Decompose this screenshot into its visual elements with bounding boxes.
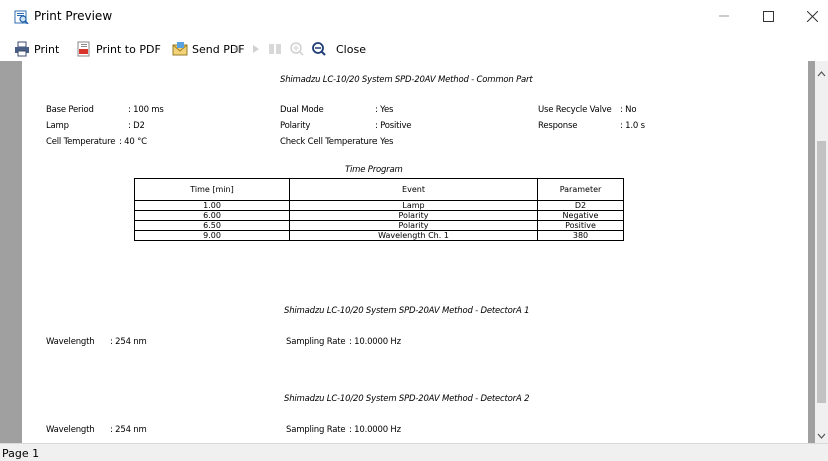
printer-icon: [15, 41, 29, 57]
preview-area: Shimadzu LC-10/20 System SPD-20AV Method…: [0, 61, 828, 443]
print-to-pdf-button[interactable]: Print to PDF: [76, 38, 161, 60]
title-bar: Print Preview: [0, 0, 828, 32]
next-page-button[interactable]: [252, 38, 260, 60]
table-cell: Positive: [537, 220, 624, 231]
report-page: Shimadzu LC-10/20 System SPD-20AV Method…: [22, 61, 808, 443]
scroll-thumb[interactable]: [817, 141, 826, 403]
previous-page-button[interactable]: [232, 38, 240, 60]
base-period-value: : 100 ms: [128, 105, 164, 115]
a2-sampling-rate-label: Sampling Rate: [286, 425, 346, 435]
a1-sampling-rate-value: : 10.0000 Hz: [349, 337, 401, 347]
table-cell: Lamp: [289, 200, 538, 211]
table-cell: Wavelength Ch. 1: [289, 230, 538, 241]
column-header: Parameter: [537, 178, 624, 201]
vertical-scrollbar[interactable]: [815, 61, 828, 443]
zoom-out-icon: [312, 42, 326, 56]
cell-temp-label: Cell Temperature: [46, 137, 116, 147]
check-cell-value: : Yes: [375, 137, 394, 147]
time-program-table: Time [min] Event Parameter 1.00 Lamp D2 …: [134, 178, 624, 241]
scroll-down-arrow-icon[interactable]: [815, 427, 828, 439]
print-label: Print: [34, 42, 60, 56]
arrow-left-icon: [233, 45, 239, 53]
table-cell: D2: [537, 200, 624, 211]
table-cell: 6.00: [134, 210, 290, 221]
table-cell: Polarity: [289, 220, 538, 231]
check-cell-label: Check Cell Temperature: [280, 137, 377, 147]
pdf-icon: [77, 41, 90, 57]
recycle-valve-value: : No: [620, 105, 637, 115]
a1-sampling-rate-label: Sampling Rate: [286, 337, 346, 347]
detector-a2-title: Shimadzu LC-10/20 System SPD-20AV Method…: [284, 394, 530, 404]
column-header: Event: [289, 178, 538, 201]
window-title: Print Preview: [34, 9, 113, 23]
print-preview-app-icon: [14, 9, 29, 25]
toolbar: Print Print to PDF Send PDF Close: [0, 38, 828, 60]
arrow-right-icon: [253, 45, 259, 53]
table-row: 9.00 Wavelength Ch. 1 380: [134, 230, 624, 241]
maximize-button[interactable]: [746, 0, 790, 32]
dual-mode-value: : Yes: [375, 105, 394, 115]
a1-wavelength-value: : 254 nm: [110, 337, 147, 347]
table-cell: 380: [537, 230, 624, 241]
table-row: 1.00 Lamp D2: [134, 200, 624, 211]
table-cell: Negative: [537, 210, 624, 221]
dual-mode-label: Dual Mode: [280, 105, 324, 115]
polarity-label: Polarity: [280, 121, 311, 131]
table-cell: 6.50: [134, 220, 290, 231]
a2-wavelength-label: Wavelength: [46, 425, 95, 435]
response-value: : 1.0 s: [620, 121, 645, 131]
table-cell: 9.00: [134, 230, 290, 241]
table-cell: Polarity: [289, 210, 538, 221]
status-bar: Page 1: [0, 443, 828, 461]
common-part-title: Shimadzu LC-10/20 System SPD-20AV Method…: [280, 75, 533, 85]
table-row: 6.00 Polarity Negative: [134, 210, 624, 221]
column-header: Time [min]: [134, 178, 290, 201]
table-cell: 1.00: [134, 200, 290, 211]
scroll-up-arrow-icon[interactable]: [815, 65, 828, 77]
print-to-pdf-label: Print to PDF: [96, 42, 161, 56]
send-mail-icon: [172, 42, 188, 56]
time-program-title: Time Program: [345, 165, 403, 175]
close-preview-button[interactable]: Close: [336, 38, 366, 60]
close-window-button[interactable]: [790, 0, 828, 32]
zoom-out-button[interactable]: [312, 38, 326, 60]
detector-a1-title: Shimadzu LC-10/20 System SPD-20AV Method…: [284, 306, 530, 316]
lamp-value: : D2: [128, 121, 145, 131]
page-layout-button[interactable]: [268, 38, 282, 60]
polarity-value: : Positive: [375, 121, 412, 131]
zoom-in-button[interactable]: [290, 38, 304, 60]
table-header-row: Time [min] Event Parameter: [134, 178, 624, 201]
page-indicator: Page 1: [2, 447, 40, 460]
a2-sampling-rate-value: : 10.0000 Hz: [349, 425, 401, 435]
zoom-in-icon: [290, 42, 304, 56]
cell-temp-value: : 40 °C: [119, 137, 147, 147]
pages-icon: [269, 44, 281, 54]
base-period-label: Base Period: [46, 105, 94, 115]
a2-wavelength-value: : 254 nm: [110, 425, 147, 435]
a1-wavelength-label: Wavelength: [46, 337, 95, 347]
table-row: 6.50 Polarity Positive: [134, 220, 624, 231]
close-label: Close: [336, 42, 366, 56]
response-label: Response: [538, 121, 578, 131]
minimize-button[interactable]: [702, 0, 746, 32]
print-button[interactable]: Print: [14, 38, 59, 60]
recycle-valve-label: Use Recycle Valve: [538, 105, 612, 115]
lamp-label: Lamp: [46, 121, 69, 131]
